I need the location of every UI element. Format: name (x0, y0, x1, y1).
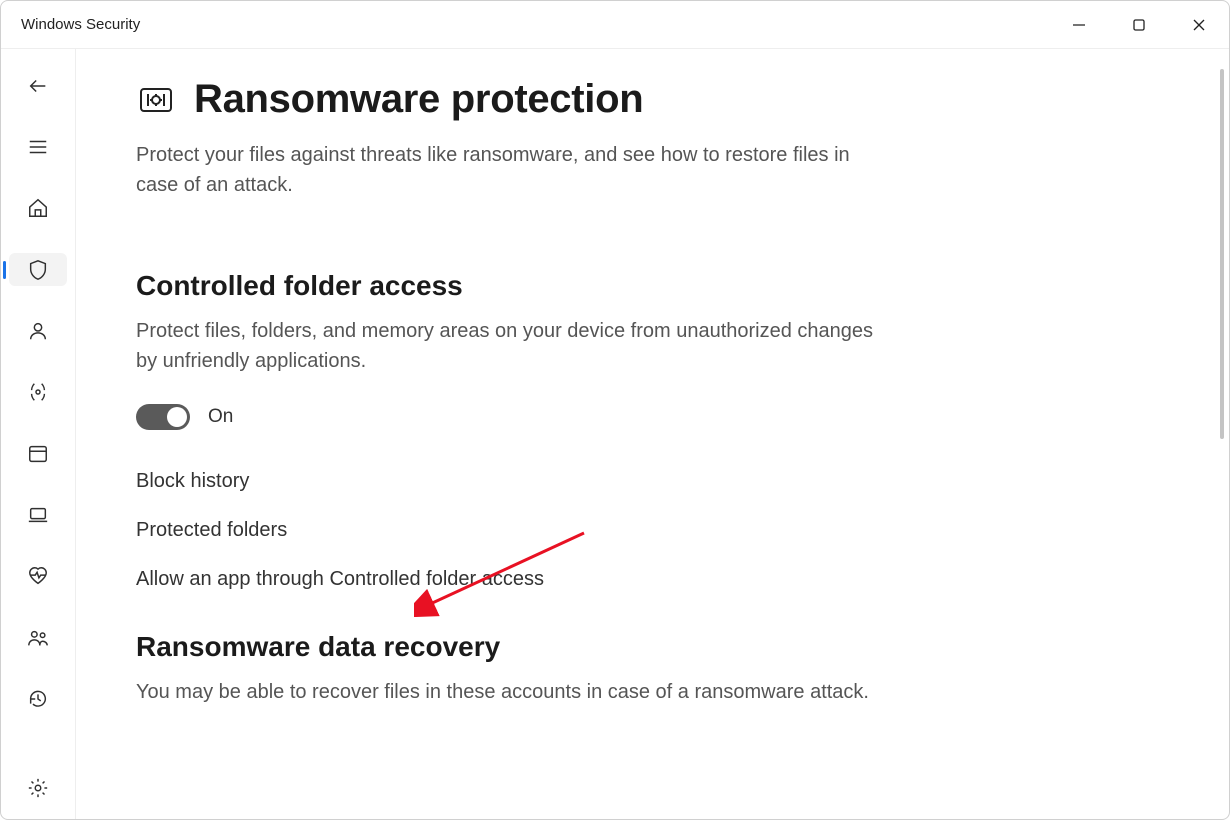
back-button[interactable] (9, 69, 67, 102)
content-scroll[interactable]: Ransomware protection Protect your files… (76, 49, 1229, 819)
controlled-folder-description: Protect files, folders, and memory areas… (136, 316, 896, 376)
app-window: Windows Security (0, 0, 1230, 820)
person-icon (27, 320, 49, 342)
link-allow-app[interactable]: Allow an app through Controlled folder a… (136, 568, 1169, 591)
nav-app-browser[interactable] (9, 437, 67, 470)
scrollbar-thumb[interactable] (1220, 69, 1224, 439)
history-icon (27, 688, 49, 710)
nav-virus-threat[interactable] (9, 253, 67, 286)
window-controls (1049, 1, 1229, 48)
page-description: Protect your files against threats like … (136, 140, 896, 200)
link-protected-folders[interactable]: Protected folders (136, 519, 1169, 542)
nav-family-options[interactable] (9, 621, 67, 654)
shield-icon (27, 259, 49, 281)
toggle-knob (167, 407, 187, 427)
controlled-folder-toggle-state: On (208, 406, 233, 428)
window-title: Windows Security (21, 16, 140, 33)
nav-home[interactable] (9, 192, 67, 225)
ransomware-icon (136, 80, 176, 120)
nav-account-protection[interactable] (9, 314, 67, 347)
wifi-icon (26, 381, 50, 403)
people-icon (26, 627, 50, 649)
heart-pulse-icon (27, 565, 49, 587)
controlled-folder-toggle-row: On (136, 404, 1169, 430)
page-header: Ransomware protection (136, 77, 1169, 122)
nav-protection-history[interactable] (9, 682, 67, 715)
scrollbar[interactable] (1217, 69, 1227, 439)
gear-icon (27, 777, 49, 799)
nav-settings[interactable] (9, 772, 67, 805)
close-button[interactable] (1169, 1, 1229, 48)
home-icon (27, 197, 49, 219)
laptop-icon (27, 504, 49, 526)
controlled-folder-title: Controlled folder access (136, 270, 1169, 302)
maximize-button[interactable] (1109, 1, 1169, 48)
data-recovery-title: Ransomware data recovery (136, 631, 1169, 663)
app-window-icon (27, 443, 49, 465)
content-area: Ransomware protection Protect your files… (75, 49, 1229, 819)
arrow-left-icon (27, 75, 49, 97)
hamburger-icon (27, 136, 49, 158)
nav-menu-button[interactable] (9, 130, 67, 163)
data-recovery-section: Ransomware data recovery You may be able… (136, 631, 1169, 707)
data-recovery-description: You may be able to recover files in thes… (136, 677, 896, 707)
sidebar (1, 49, 75, 819)
nav-device-performance[interactable] (9, 560, 67, 593)
app-body: Ransomware protection Protect your files… (1, 49, 1229, 819)
minimize-button[interactable] (1049, 1, 1109, 48)
controlled-folder-toggle[interactable] (136, 404, 190, 430)
titlebar: Windows Security (1, 1, 1229, 49)
nav-firewall-network[interactable] (9, 376, 67, 409)
nav-device-security[interactable] (9, 498, 67, 531)
page-title: Ransomware protection (194, 77, 643, 122)
link-block-history[interactable]: Block history (136, 470, 1169, 493)
